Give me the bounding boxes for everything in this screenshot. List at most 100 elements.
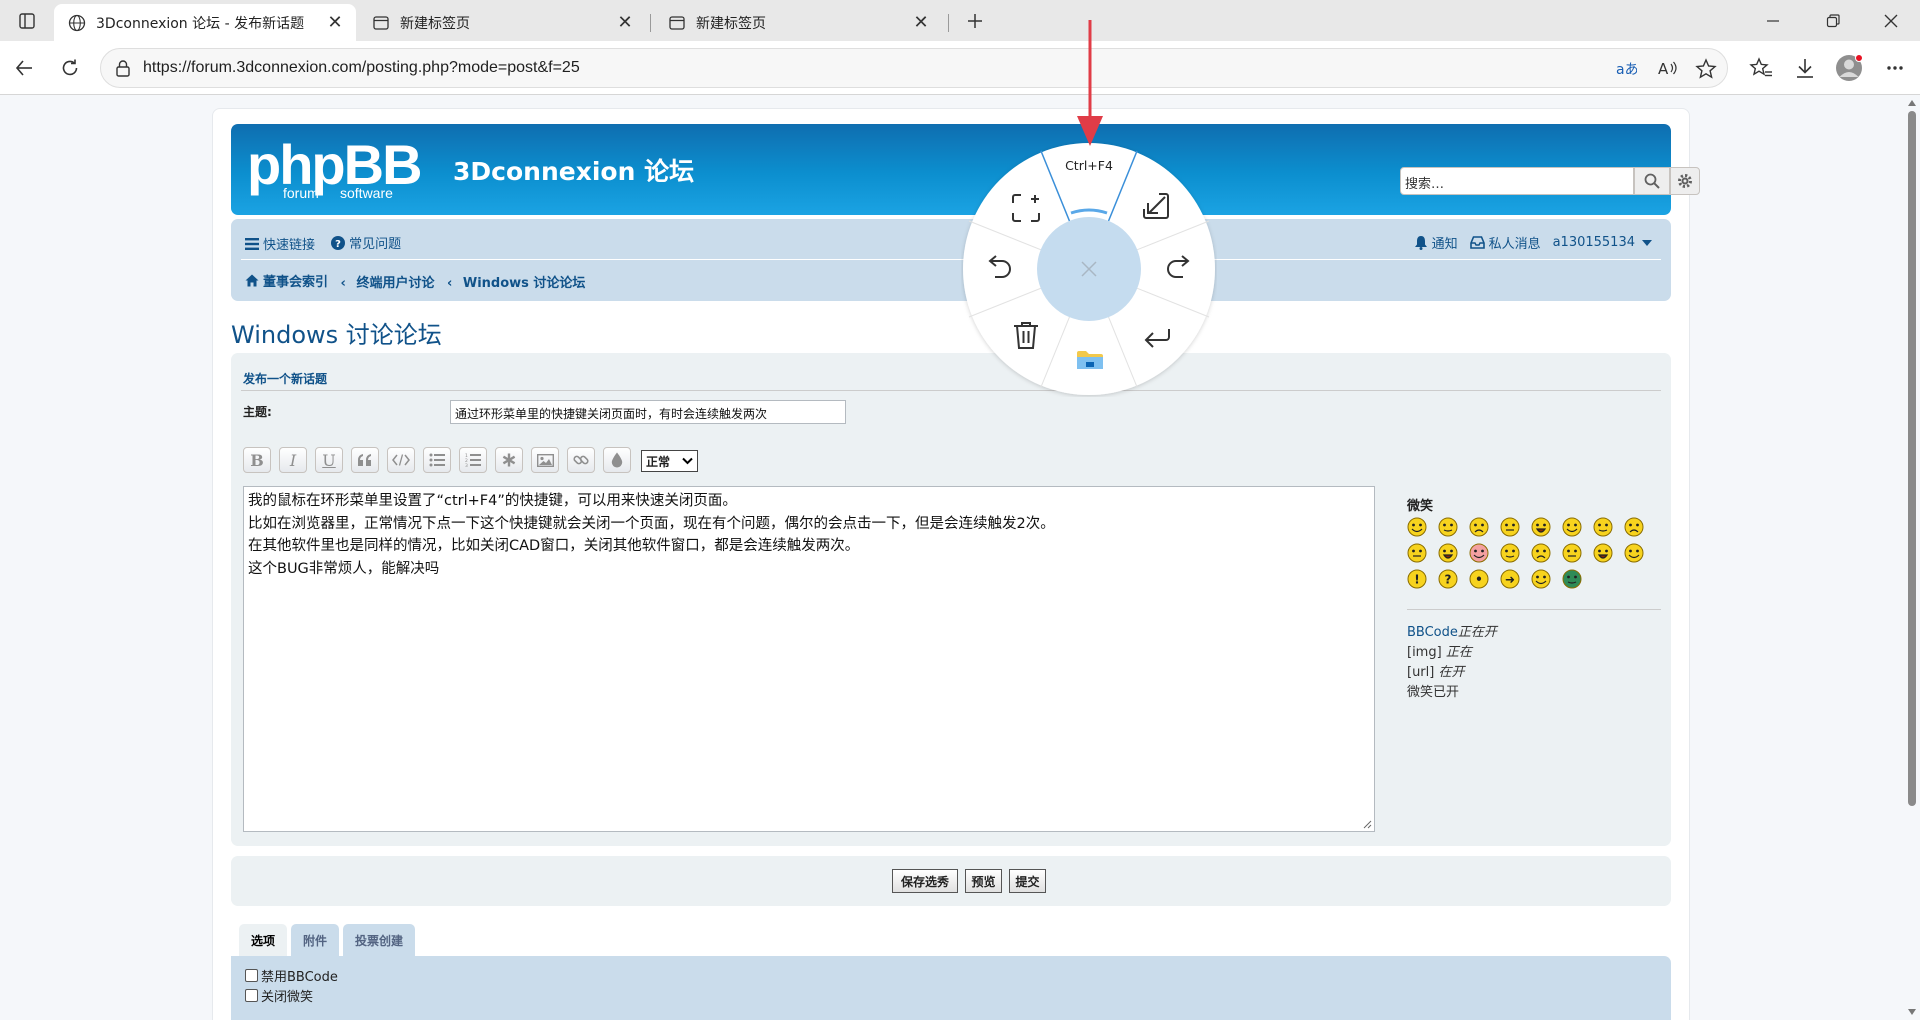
smiley-icon[interactable] bbox=[1407, 517, 1427, 537]
tab-attachments[interactable]: 附件 bbox=[291, 924, 340, 956]
submit-button[interactable]: 提交 bbox=[1009, 869, 1046, 893]
star-icon bbox=[1695, 58, 1717, 79]
subject-label: 主题: bbox=[243, 405, 272, 419]
smiley-icon[interactable]: ! bbox=[1407, 569, 1427, 589]
close-tab-button[interactable]: ✕ bbox=[324, 12, 346, 34]
smiley-icon[interactable] bbox=[1438, 543, 1458, 563]
italic-icon: I bbox=[289, 450, 297, 470]
disable-bbcode-checkbox[interactable] bbox=[245, 969, 258, 982]
tab-forum[interactable]: 3Dconnexion 论坛 - 发布新话题 ✕ bbox=[54, 4, 356, 41]
smiley-icon[interactable] bbox=[1624, 517, 1644, 537]
message-line: 比如在浏览器里，正常情况下点一下这个快捷键就会关闭一个页面，现在有个问题，偶尔的… bbox=[248, 515, 1055, 532]
preview-button[interactable]: 预览 bbox=[965, 869, 1002, 893]
address-bar[interactable]: https://forum.3dconnexion.com/posting.ph… bbox=[100, 48, 1728, 88]
page-scrollbar[interactable] bbox=[1904, 95, 1920, 1020]
quote-button[interactable] bbox=[351, 447, 379, 473]
scroll-up-icon[interactable] bbox=[1904, 97, 1920, 109]
smiley-icon[interactable] bbox=[1531, 517, 1551, 537]
restore-icon bbox=[1826, 13, 1840, 27]
breadcrumb-board-index[interactable]: 董事会索引 bbox=[245, 271, 328, 290]
download-icon bbox=[1797, 59, 1813, 78]
tab-new-1[interactable]: 新建标签页 ✕ bbox=[358, 4, 646, 41]
logo-sub-software: software bbox=[340, 185, 393, 201]
font-size-select[interactable]: 正常 bbox=[641, 450, 698, 472]
scroll-down-icon[interactable] bbox=[1904, 1006, 1920, 1018]
settings-menu-button[interactable] bbox=[1880, 53, 1910, 83]
font-color-button[interactable] bbox=[603, 447, 631, 473]
resize-handle-icon[interactable] bbox=[1362, 819, 1372, 829]
smiley-icon[interactable] bbox=[1593, 543, 1613, 563]
user-menu[interactable]: a130155134 bbox=[1553, 235, 1657, 250]
advanced-search-button[interactable] bbox=[1670, 167, 1700, 195]
code-button[interactable] bbox=[387, 447, 415, 473]
italic-button[interactable]: I bbox=[279, 447, 307, 473]
bbcode-status-line: BBCode正在开 bbox=[1407, 623, 1497, 643]
tab-poll[interactable]: 投票创建 bbox=[343, 924, 416, 956]
breadcrumb-end-user[interactable]: 终端用户讨论 bbox=[356, 276, 434, 291]
smiley-icon[interactable] bbox=[1562, 517, 1582, 537]
smiley-icon[interactable] bbox=[1438, 517, 1458, 537]
close-icon: ✕ bbox=[617, 12, 633, 33]
favorite-button[interactable] bbox=[1695, 58, 1717, 80]
phpbb-logo[interactable]: phpBB forum software bbox=[247, 138, 443, 202]
disable-smilies-checkbox[interactable] bbox=[245, 989, 258, 1002]
close-icon: ✕ bbox=[913, 12, 929, 33]
smiley-icon[interactable]: ? bbox=[1438, 569, 1458, 589]
smiley-icon[interactable] bbox=[1562, 543, 1582, 563]
smiley-icon[interactable] bbox=[1624, 543, 1644, 563]
smiley-icon[interactable] bbox=[1531, 543, 1551, 563]
list-item-button[interactable] bbox=[495, 447, 523, 473]
smiley-icon[interactable] bbox=[1500, 543, 1520, 563]
link-button[interactable] bbox=[567, 447, 595, 473]
faq-link[interactable]: ? 常见问题 bbox=[331, 233, 401, 252]
disable-bbcode-option[interactable]: 禁用BBCode bbox=[245, 966, 338, 985]
quick-links-menu[interactable]: 快速链接 bbox=[245, 234, 315, 253]
smiley-icon[interactable] bbox=[1469, 517, 1489, 537]
subject-input[interactable]: 通过环形菜单里的快捷键关闭页面时，有时会连续触发两次 bbox=[450, 400, 846, 424]
profile-button[interactable] bbox=[1834, 53, 1864, 83]
close-tab-button[interactable]: ✕ bbox=[910, 12, 932, 34]
close-window-button[interactable] bbox=[1868, 0, 1914, 41]
disable-smilies-option[interactable]: 关闭微笑 bbox=[245, 986, 313, 1005]
menu-icon bbox=[245, 237, 259, 250]
smiley-icon[interactable] bbox=[1531, 569, 1551, 589]
smiley-icon[interactable] bbox=[1407, 543, 1427, 563]
scrollbar-thumb[interactable] bbox=[1908, 111, 1916, 806]
reload-button[interactable] bbox=[54, 52, 86, 84]
save-draft-button[interactable]: 保存选秀 bbox=[892, 869, 958, 893]
favorites-button[interactable] bbox=[1746, 53, 1776, 83]
smiley-icon[interactable]: ➜ bbox=[1500, 569, 1520, 589]
new-tab-button[interactable] bbox=[953, 0, 997, 41]
tab-actions-button[interactable] bbox=[4, 0, 50, 41]
back-button[interactable] bbox=[8, 52, 40, 84]
notifications-link[interactable]: 通知 bbox=[1414, 233, 1458, 252]
bold-button[interactable]: B bbox=[243, 447, 271, 473]
bbcode-help-link[interactable]: BBCode bbox=[1407, 625, 1458, 640]
smiley-icon[interactable]: • bbox=[1469, 569, 1489, 589]
bulleted-list-button[interactable] bbox=[423, 447, 451, 473]
tab-options[interactable]: 选项 bbox=[239, 924, 288, 956]
close-tab-button[interactable]: ✕ bbox=[614, 12, 636, 34]
translate-button[interactable]: aあ bbox=[1615, 58, 1637, 80]
question-circle-icon: ? bbox=[331, 235, 346, 250]
read-aloud-button[interactable]: A bbox=[1657, 58, 1679, 80]
smiley-icon[interactable] bbox=[1593, 517, 1613, 537]
numbered-list-button[interactable]: 123 bbox=[459, 447, 487, 473]
restore-window-button[interactable] bbox=[1810, 0, 1856, 41]
bell-icon bbox=[1414, 236, 1427, 250]
search-button[interactable] bbox=[1634, 167, 1670, 195]
smiley-icon[interactable] bbox=[1562, 569, 1582, 589]
smiley-icon[interactable] bbox=[1500, 517, 1520, 537]
tab-new-2[interactable]: 新建标签页 ✕ bbox=[654, 4, 942, 41]
breadcrumb-windows-forum[interactable]: Windows 讨论论坛 bbox=[463, 276, 586, 291]
smiley-icon[interactable] bbox=[1469, 543, 1489, 563]
radial-segment-top[interactable]: Ctrl+F4 bbox=[1065, 158, 1113, 173]
search-input[interactable]: 搜索… bbox=[1400, 167, 1634, 195]
message-textarea[interactable]: 我的鼠标在环形菜单里设置了“ctrl+F4”的快捷键，可以用来快速关闭页面。 比… bbox=[243, 486, 1375, 832]
underline-button[interactable]: U bbox=[315, 447, 343, 473]
private-messages-link[interactable]: 私人消息 bbox=[1469, 233, 1541, 252]
image-button[interactable] bbox=[531, 447, 559, 473]
minimize-window-button[interactable] bbox=[1750, 0, 1796, 41]
downloads-button[interactable] bbox=[1790, 53, 1820, 83]
forum-title[interactable]: Windows 讨论论坛 bbox=[231, 315, 442, 350]
